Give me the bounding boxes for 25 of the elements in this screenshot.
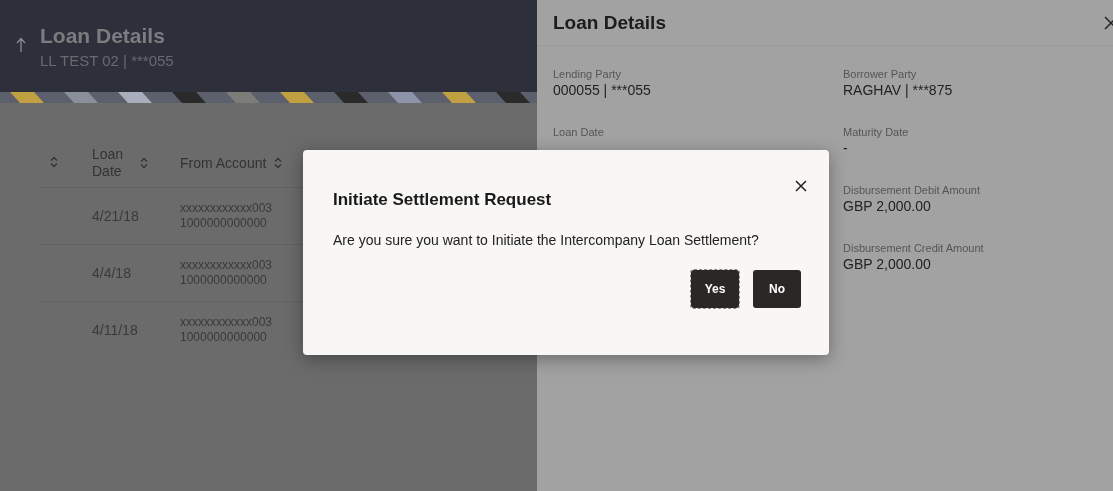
field-label: Borrower Party xyxy=(843,68,917,80)
field-value: GBP 2,000.00 xyxy=(843,256,931,272)
field-value: GBP 2,000.00 xyxy=(843,198,931,214)
field-label: Lending Party xyxy=(553,68,621,80)
yes-button[interactable]: Yes xyxy=(691,270,739,308)
field-value: 000055 | ***055 xyxy=(553,82,651,98)
up-arrow-icon[interactable] xyxy=(16,37,26,53)
sort-icon[interactable] xyxy=(274,157,283,169)
field-label: Disbursement Credit Amount xyxy=(843,242,984,254)
dialog-title: Initiate Settlement Request xyxy=(333,190,552,210)
panel-title: Loan Details xyxy=(553,11,666,34)
field-label: Disbursement Debit Amount xyxy=(843,184,980,196)
column-header: From Account xyxy=(180,154,267,172)
no-button[interactable]: No xyxy=(753,270,801,308)
field-label: Maturity Date xyxy=(843,126,909,138)
page-subtitle: LL TEST 02 | ***055 xyxy=(40,52,174,69)
page-title: Loan Details xyxy=(40,24,165,48)
field-value: - xyxy=(843,140,848,156)
sort-icon[interactable] xyxy=(140,157,148,169)
field-label: Loan Date xyxy=(553,126,604,138)
column-header: Loan Date xyxy=(92,146,125,180)
sort-icon[interactable] xyxy=(50,155,58,168)
close-icon[interactable] xyxy=(795,180,807,192)
dialog-message: Are you sure you want to Initiate the Intercompany Loan Settlement? xyxy=(333,232,759,248)
field-value: RAGHAV | ***875 xyxy=(843,82,953,98)
